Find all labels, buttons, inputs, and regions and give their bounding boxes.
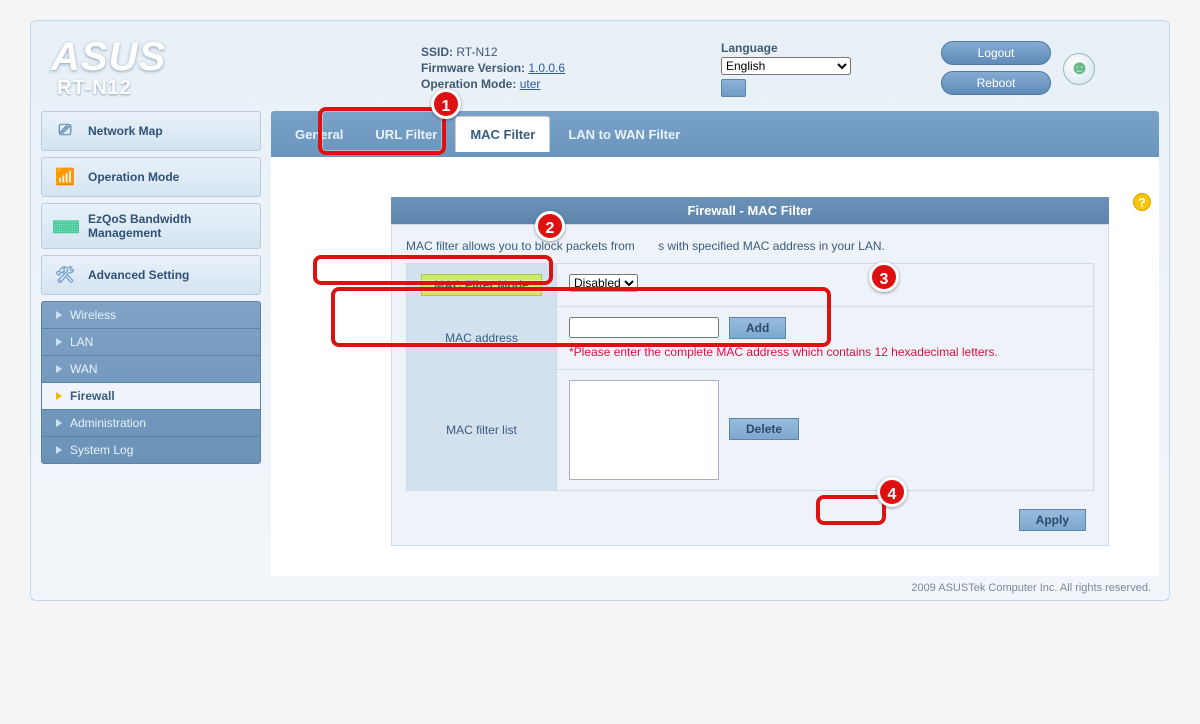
triangle-icon [56, 392, 62, 400]
sidebar-item-label: Network Map [88, 124, 163, 138]
reboot-button[interactable]: Reboot [941, 71, 1051, 95]
language-label: Language [721, 41, 941, 55]
mac-address-warning: *Please enter the complete MAC address w… [569, 345, 1081, 359]
mac-address-label: MAC address [407, 307, 557, 370]
body-row: ⎚ Network Map 📶 Operation Mode ▦▦ EzQoS … [41, 111, 1159, 576]
annotation-badge-2: 2 [535, 211, 565, 241]
sidebar-item-operation-mode[interactable]: 📶 Operation Mode [41, 157, 261, 197]
header-buttons: Logout Reboot [941, 37, 1051, 101]
page-header: ASUS RT-N12 SSID: RT-N12 Firmware Versio… [41, 31, 1159, 111]
tab-lan-to-wan-filter[interactable]: LAN to WAN Filter [554, 117, 694, 152]
delete-button[interactable]: Delete [729, 418, 799, 440]
annotation-badge-1: 1 [431, 89, 461, 119]
sidebar-item-label: Wireless [70, 308, 116, 322]
firmware-link[interactable]: 1.0.0.6 [528, 61, 565, 75]
triangle-icon [56, 338, 62, 346]
annotation-badge-4: 4 [877, 477, 907, 507]
settings-table: MAC Filter Mode Disabled MAC address [406, 263, 1094, 491]
router-admin-page: ASUS RT-N12 SSID: RT-N12 Firmware Versio… [30, 20, 1170, 601]
annotation-badge-3: 3 [869, 262, 899, 292]
bandwidth-icon: ▦▦ [52, 215, 78, 237]
logo-block: ASUS RT-N12 [51, 37, 421, 100]
language-select[interactable]: English [721, 57, 851, 75]
mac-address-input[interactable] [569, 317, 719, 338]
copyright-text: 2009 ASUSTek Computer Inc. All rights re… [41, 576, 1159, 598]
panel-description: MAC filter allows you to block packets f… [406, 239, 1094, 253]
tab-general[interactable]: General [281, 117, 357, 152]
sidebar-item-advanced[interactable]: 🛠 Advanced Setting [41, 255, 261, 295]
triangle-icon [56, 419, 62, 427]
triangle-icon [56, 446, 62, 454]
tab-url-filter[interactable]: URL Filter [361, 117, 451, 152]
opmode-link[interactable]: uter [520, 77, 541, 91]
sidebar-item-label: EzQoS Bandwidth Management [88, 212, 250, 240]
sidebar-item-label: WAN [70, 362, 98, 376]
main: General URL Filter MAC Filter LAN to WAN… [271, 111, 1159, 576]
opmode-label: Operation Mode: [421, 77, 516, 91]
content-wrap: ? Firewall - MAC Filter MAC filter allow… [271, 157, 1159, 576]
sidebar-sublist: Wireless LAN WAN Firewall Administration… [41, 301, 261, 464]
mac-filter-list-label: MAC filter list [407, 370, 557, 491]
brand-logo: ASUS RT-N12 [51, 37, 421, 100]
mac-filter-mode-label: MAC Filter Mode [421, 274, 542, 296]
sidebar-item-network-map[interactable]: ⎚ Network Map [41, 111, 261, 151]
apply-button[interactable]: Apply [1019, 509, 1086, 531]
router-icon: 📶 [52, 166, 78, 188]
sidebar-item-label: System Log [70, 443, 133, 457]
mac-filter-mode-select[interactable]: Disabled [569, 274, 638, 292]
sidebar-item-label: Administration [70, 416, 146, 430]
triangle-icon [56, 311, 62, 319]
sidebar-sub-administration[interactable]: Administration [42, 410, 260, 437]
action-button-small[interactable] [721, 79, 746, 97]
help-icon[interactable]: ? [1133, 193, 1151, 211]
sidebar-item-label: LAN [70, 335, 93, 349]
panel-body: MAC filter allows you to block packets f… [391, 224, 1109, 546]
mac-filter-listbox[interactable] [569, 380, 719, 480]
model-text: RT-N12 [57, 77, 421, 100]
tab-mac-filter[interactable]: MAC Filter [455, 116, 550, 152]
sidebar-sub-wan[interactable]: WAN [42, 356, 260, 383]
avatar-icon [1063, 53, 1095, 85]
triangle-icon [56, 365, 62, 373]
sidebar-item-label: Advanced Setting [88, 268, 189, 282]
network-icon: ⎚ [52, 120, 78, 142]
sidebar-item-ezqos[interactable]: ▦▦ EzQoS Bandwidth Management [41, 203, 261, 249]
add-button[interactable]: Add [729, 317, 786, 339]
sidebar-sub-system-log[interactable]: System Log [42, 437, 260, 463]
brand-text: ASUS [51, 37, 421, 77]
sidebar-sub-wireless[interactable]: Wireless [42, 302, 260, 329]
sidebar-sub-lan[interactable]: LAN [42, 329, 260, 356]
firmware-label: Firmware Version: [421, 61, 525, 75]
tab-bar: General URL Filter MAC Filter LAN to WAN… [271, 111, 1159, 157]
sidebar-item-label: Operation Mode [88, 170, 179, 184]
sidebar-sub-firewall[interactable]: Firewall [42, 383, 260, 410]
sidebar: ⎚ Network Map 📶 Operation Mode ▦▦ EzQoS … [41, 111, 261, 576]
gear-icon: 🛠 [52, 264, 78, 286]
footer-buttons: Apply [406, 491, 1094, 535]
ssid-value: RT-N12 [456, 45, 497, 59]
device-info: SSID: RT-N12 Firmware Version: 1.0.0.6 O… [421, 37, 721, 93]
panel-title: Firewall - MAC Filter [391, 197, 1109, 224]
sidebar-item-label: Firewall [70, 389, 115, 403]
language-block: Language English [721, 37, 941, 97]
ssid-label: SSID: [421, 45, 453, 59]
logout-button[interactable]: Logout [941, 41, 1051, 65]
